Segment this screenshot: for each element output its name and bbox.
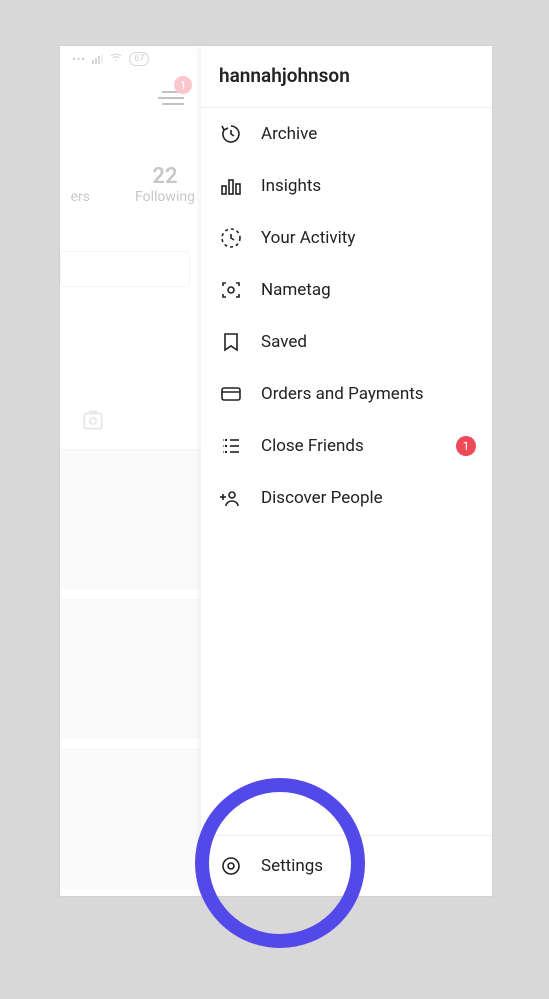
discover-people-icon [219,486,243,510]
following-stat[interactable]: 22 Following [120,164,210,205]
settings-icon [219,854,243,878]
menu-item-close-friends[interactable]: Close Friends 1 [201,420,492,472]
menu-item-label: Orders and Payments [261,384,424,404]
menu-item-label: Close Friends [261,436,364,456]
following-count: 22 [120,164,210,189]
menu-item-settings[interactable]: Settings [201,835,492,896]
menu-item-saved[interactable]: Saved [201,316,492,368]
signal-icon [92,54,103,64]
insights-icon [219,174,243,198]
followers-stat[interactable]: ers [60,164,90,205]
action-button[interactable] [60,251,190,287]
nametag-icon [219,278,243,302]
menu-item-label: Your Activity [261,228,355,248]
phone-frame: ••• 67 1 ers 22 Following hannah [60,46,492,896]
menu-item-orders[interactable]: Orders and Payments [201,368,492,420]
close-friends-icon [219,434,243,458]
menu-username: hannahjohnson [201,46,492,108]
menu-item-insights[interactable]: Insights [201,160,492,212]
archive-icon [219,122,243,146]
side-menu: hannahjohnson Archive Insights Your Acti… [201,46,492,896]
following-label: Following [120,189,210,205]
menu-item-nametag[interactable]: Nametag [201,264,492,316]
menu-item-activity[interactable]: Your Activity [201,212,492,264]
menu-list: Archive Insights Your Activity Nametag [201,108,492,835]
menu-item-label: Nametag [261,280,331,300]
menu-item-archive[interactable]: Archive [201,108,492,160]
saved-icon [219,330,243,354]
followers-label: ers [60,189,90,205]
card-icon [219,382,243,406]
settings-label: Settings [261,856,323,876]
activity-icon [219,226,243,250]
menu-item-label: Insights [261,176,321,196]
close-friends-badge: 1 [456,436,476,456]
menu-button[interactable]: 1 [152,82,184,114]
menu-item-label: Discover People [261,488,383,508]
status-dots: ••• [72,53,86,66]
battery-indicator: 67 [129,52,149,66]
menu-badge: 1 [174,76,192,94]
menu-item-label: Saved [261,332,307,352]
menu-item-label: Archive [261,124,317,144]
menu-item-discover[interactable]: Discover People [201,472,492,524]
wifi-icon [109,51,123,68]
